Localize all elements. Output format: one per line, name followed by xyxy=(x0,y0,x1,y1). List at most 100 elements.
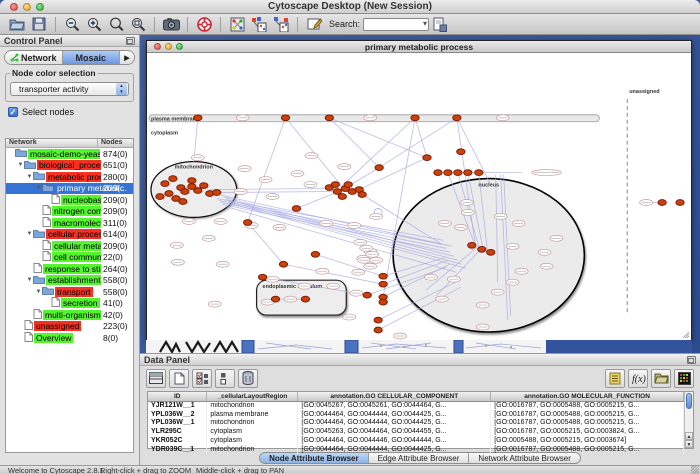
select-nodes-checkbox[interactable]: ✓ Select nodes xyxy=(8,107,139,117)
graph-node[interactable] xyxy=(200,183,208,189)
graph-node[interactable] xyxy=(379,273,387,279)
clear-table-icon[interactable] xyxy=(169,369,189,388)
tree-row-secretion[interactable]: secretion41(0) xyxy=(6,298,133,310)
table-row[interactable]: YPL036W__2plasma membrane[GO:0044464, GO… xyxy=(148,410,684,419)
network-view-titlebar[interactable]: primary metabolic process xyxy=(147,41,691,53)
graph-node[interactable] xyxy=(194,115,202,121)
tree-row-primary-metabolic[interactable]: ▼primary metabolic209(... xyxy=(6,183,133,195)
graph-node[interactable] xyxy=(453,115,461,121)
zoom-in-icon[interactable] xyxy=(83,15,105,33)
tab-edge-attribute-browser[interactable]: Edge Attribute Browser xyxy=(369,453,470,463)
tree-row-biological-process[interactable]: ▼biological_process651(0) xyxy=(6,160,133,172)
search-dropdown-icon[interactable]: ▾ xyxy=(423,19,427,28)
tree-expand-icon[interactable]: ▼ xyxy=(35,289,42,295)
tab-node-attribute-browser[interactable]: Node Attribute Browser xyxy=(260,453,369,463)
column-header[interactable]: annotation.GO CELLULAR_COMPONENT xyxy=(298,392,491,401)
graph-node[interactable] xyxy=(434,170,442,176)
graph-node[interactable] xyxy=(279,261,287,267)
background-windows-strip[interactable] xyxy=(146,340,692,353)
table-row[interactable]: YLR295Ccytoplasm[GO:0045263, GO:0044464,… xyxy=(148,427,684,436)
graph-node[interactable] xyxy=(411,115,419,121)
graph-node[interactable] xyxy=(374,327,382,333)
scroll-down-icon[interactable]: ▼ xyxy=(685,440,693,448)
vizmapper-icon[interactable] xyxy=(248,15,270,33)
tree-expand-icon[interactable]: ▼ xyxy=(26,174,33,180)
delete-attribute-icon[interactable] xyxy=(238,369,258,388)
column-header[interactable]: _cellularLayoutRegion xyxy=(207,392,298,401)
combo-stepper-icon[interactable]: ▲▼ xyxy=(116,83,127,95)
graph-node[interactable] xyxy=(478,246,486,252)
graph-node[interactable] xyxy=(325,115,333,121)
graph-node[interactable] xyxy=(423,155,431,161)
tab-network[interactable]: Network xyxy=(5,51,63,64)
table-row[interactable]: YKR052Ccytoplasm[GO:0044464, GO:0044446,… xyxy=(148,436,684,445)
table-row[interactable]: YDR039C__1mitochondrion[GO:0044464, GO:0… xyxy=(148,445,684,454)
graph-node[interactable] xyxy=(338,194,346,200)
node-color-select[interactable]: transporter activity ▲▼ xyxy=(10,82,129,96)
tree-row-overview[interactable]: Overview8(0) xyxy=(6,332,133,344)
graph-node[interactable] xyxy=(676,200,684,206)
graph-node[interactable] xyxy=(375,165,383,171)
tree-row-cellular-metabol[interactable]: cellular metabol209(0) xyxy=(6,240,133,252)
tree-row-nucleobase[interactable]: nucleobase-209(0) xyxy=(6,194,133,206)
tree-row-nitrogen-compo[interactable]: nitrogen compo209(0) xyxy=(6,206,133,218)
graph-node[interactable] xyxy=(188,178,196,184)
graph-node[interactable] xyxy=(213,190,221,196)
tree-row-macromolecule[interactable]: macromolecule311(0) xyxy=(6,217,133,229)
graph-node[interactable] xyxy=(181,189,189,195)
tree-expand-icon[interactable]: ▼ xyxy=(17,162,24,168)
resize-grip[interactable] xyxy=(691,466,699,474)
graph-node[interactable] xyxy=(658,200,666,206)
zoom-out-icon[interactable] xyxy=(61,15,83,33)
tree-row-unassigned[interactable]: unassigned223(0) xyxy=(6,321,133,333)
tree-expand-icon[interactable]: ▼ xyxy=(26,277,33,283)
graph-node[interactable] xyxy=(379,299,387,305)
graph-node[interactable] xyxy=(311,251,319,257)
attribute-matrix-icon[interactable] xyxy=(674,369,694,388)
graph-node[interactable] xyxy=(358,192,366,198)
graph-node[interactable] xyxy=(464,170,472,176)
graph-node[interactable] xyxy=(179,199,187,205)
network-canvas[interactable]: plasma membranecytoplasmmitochondrionnuc… xyxy=(147,53,691,340)
column-header[interactable]: ID xyxy=(148,392,207,401)
float-data-panel-icon[interactable] xyxy=(687,356,696,364)
tab-overflow-button[interactable]: ▶ xyxy=(120,51,134,64)
open-icon[interactable] xyxy=(6,15,28,33)
function-builder-icon[interactable]: f(x) xyxy=(628,369,648,388)
tree-row-establishment-of-lo[interactable]: ▼establishment of lo558(0) xyxy=(6,275,133,287)
graph-node[interactable] xyxy=(301,296,309,302)
tab-network-attribute-browser[interactable]: Network Attribute Browser xyxy=(469,453,579,463)
scroll-up-icon[interactable]: ▲ xyxy=(685,432,693,440)
graph-node[interactable] xyxy=(379,281,387,287)
float-panel-icon[interactable] xyxy=(126,37,135,45)
graph-node[interactable] xyxy=(281,115,289,121)
graph-node[interactable] xyxy=(292,206,300,212)
tree-row-transport[interactable]: ▼transport558(0) xyxy=(6,286,133,298)
canvas-resize-grip[interactable] xyxy=(683,332,689,338)
graph-node[interactable] xyxy=(169,176,177,182)
tab-mosaic[interactable]: Mosaic xyxy=(63,51,121,64)
table-scrollbar[interactable]: ▲ ▼ xyxy=(684,392,693,448)
graph-node[interactable] xyxy=(444,170,452,176)
search-input[interactable]: ▾ xyxy=(363,18,429,31)
graph-node[interactable] xyxy=(331,182,339,188)
select-all-attrs-icon[interactable] xyxy=(146,369,166,388)
graph-node[interactable] xyxy=(475,170,483,176)
graph-node[interactable] xyxy=(161,181,169,187)
graph-node[interactable] xyxy=(374,317,382,323)
unselect-attributes-icon[interactable] xyxy=(215,369,235,388)
graph-node[interactable] xyxy=(243,220,251,226)
tree-row-mosaic-demo-yeast[interactable]: mosaic-demo-yeast874(0) xyxy=(6,148,133,160)
tree-row-cell-communicat[interactable]: cell communicat22(0) xyxy=(6,252,133,264)
column-header[interactable]: annotation.GO MOLECULAR_FUNCTION xyxy=(491,392,684,401)
tree-row-response-to-stimulu[interactable]: response to stimulu264(0) xyxy=(6,263,133,275)
help-icon[interactable] xyxy=(193,15,215,33)
scrollbar-thumb[interactable] xyxy=(686,393,692,409)
graph-node[interactable] xyxy=(194,188,202,194)
graph-node[interactable] xyxy=(487,249,495,255)
tree-row-multi-organism-pro[interactable]: multi-organism pro42(0) xyxy=(6,309,133,321)
snapshot-icon[interactable] xyxy=(160,15,182,33)
tree-expand-icon[interactable]: ▼ xyxy=(35,185,42,191)
graph-node[interactable] xyxy=(258,274,266,280)
attribute-list-icon[interactable] xyxy=(605,369,625,388)
